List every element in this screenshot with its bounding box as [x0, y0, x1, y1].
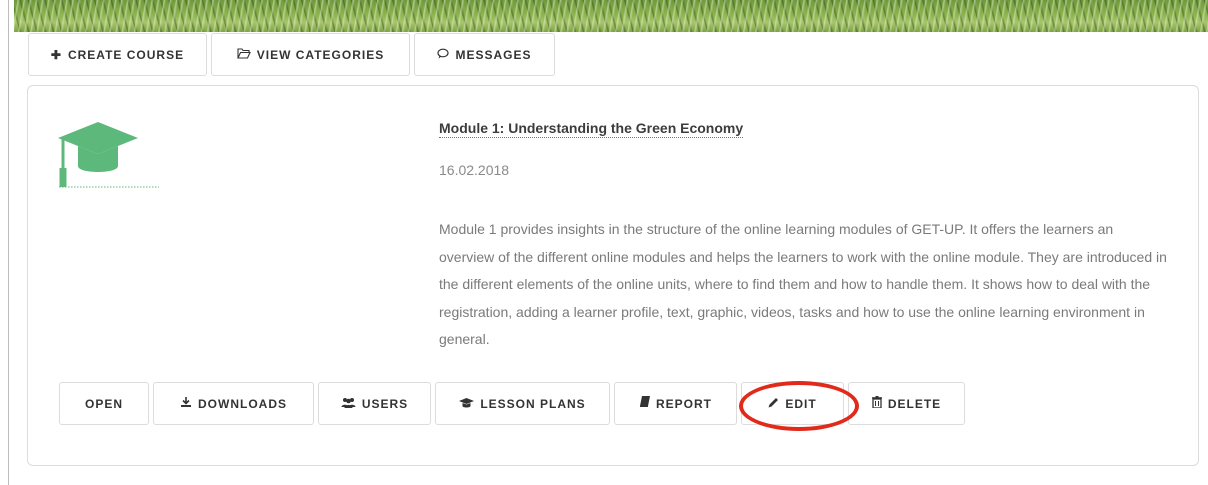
course-actions: OPEN DOWNLOADS USERS LESSON PLANS REPORT… [59, 382, 969, 425]
view-categories-button[interactable]: VIEW CATEGORIES [211, 33, 410, 76]
downloads-label: DOWNLOADS [198, 396, 287, 411]
graduation-cap-icon [58, 122, 160, 188]
left-divider [8, 0, 9, 485]
edit-button[interactable]: EDIT [741, 382, 844, 425]
chat-bubble-icon [437, 48, 450, 62]
lesson-plans-label: LESSON PLANS [480, 396, 586, 411]
course-date: 16.02.2018 [439, 162, 510, 178]
graduation-cap-small-icon [459, 397, 475, 411]
delete-label: DELETE [887, 396, 942, 411]
view-categories-label: VIEW CATEGORIES [256, 47, 385, 62]
downloads-button[interactable]: DOWNLOADS [153, 382, 314, 425]
messages-button[interactable]: MESSAGES [414, 33, 555, 76]
open-label: OPEN [84, 396, 123, 411]
grass-banner-image [14, 0, 1208, 32]
course-toolbar: ✚ CREATE COURSE VIEW CATEGORIES MESSAGES [28, 33, 559, 76]
delete-button[interactable]: DELETE [848, 382, 965, 425]
pencil-icon [768, 397, 779, 411]
open-button[interactable]: OPEN [59, 382, 149, 425]
folder-open-icon [236, 47, 251, 62]
users-button[interactable]: USERS [318, 382, 431, 425]
create-course-button[interactable]: ✚ CREATE COURSE [28, 33, 207, 76]
messages-label: MESSAGES [455, 47, 532, 62]
course-title-link[interactable]: Module 1: Understanding the Green Econom… [439, 120, 744, 138]
course-description: Module 1 provides insights in the struct… [439, 221, 1167, 347]
book-icon [639, 396, 650, 411]
download-icon [180, 396, 192, 411]
report-label: REPORT [655, 396, 712, 411]
trash-icon [871, 396, 882, 411]
plus-icon: ✚ [50, 47, 62, 62]
users-icon [341, 397, 356, 411]
users-label: USERS [361, 396, 409, 411]
create-course-label: CREATE COURSE [67, 47, 185, 62]
edit-label: EDIT [785, 396, 817, 411]
report-button[interactable]: REPORT [614, 382, 737, 425]
lesson-plans-button[interactable]: LESSON PLANS [435, 382, 610, 425]
